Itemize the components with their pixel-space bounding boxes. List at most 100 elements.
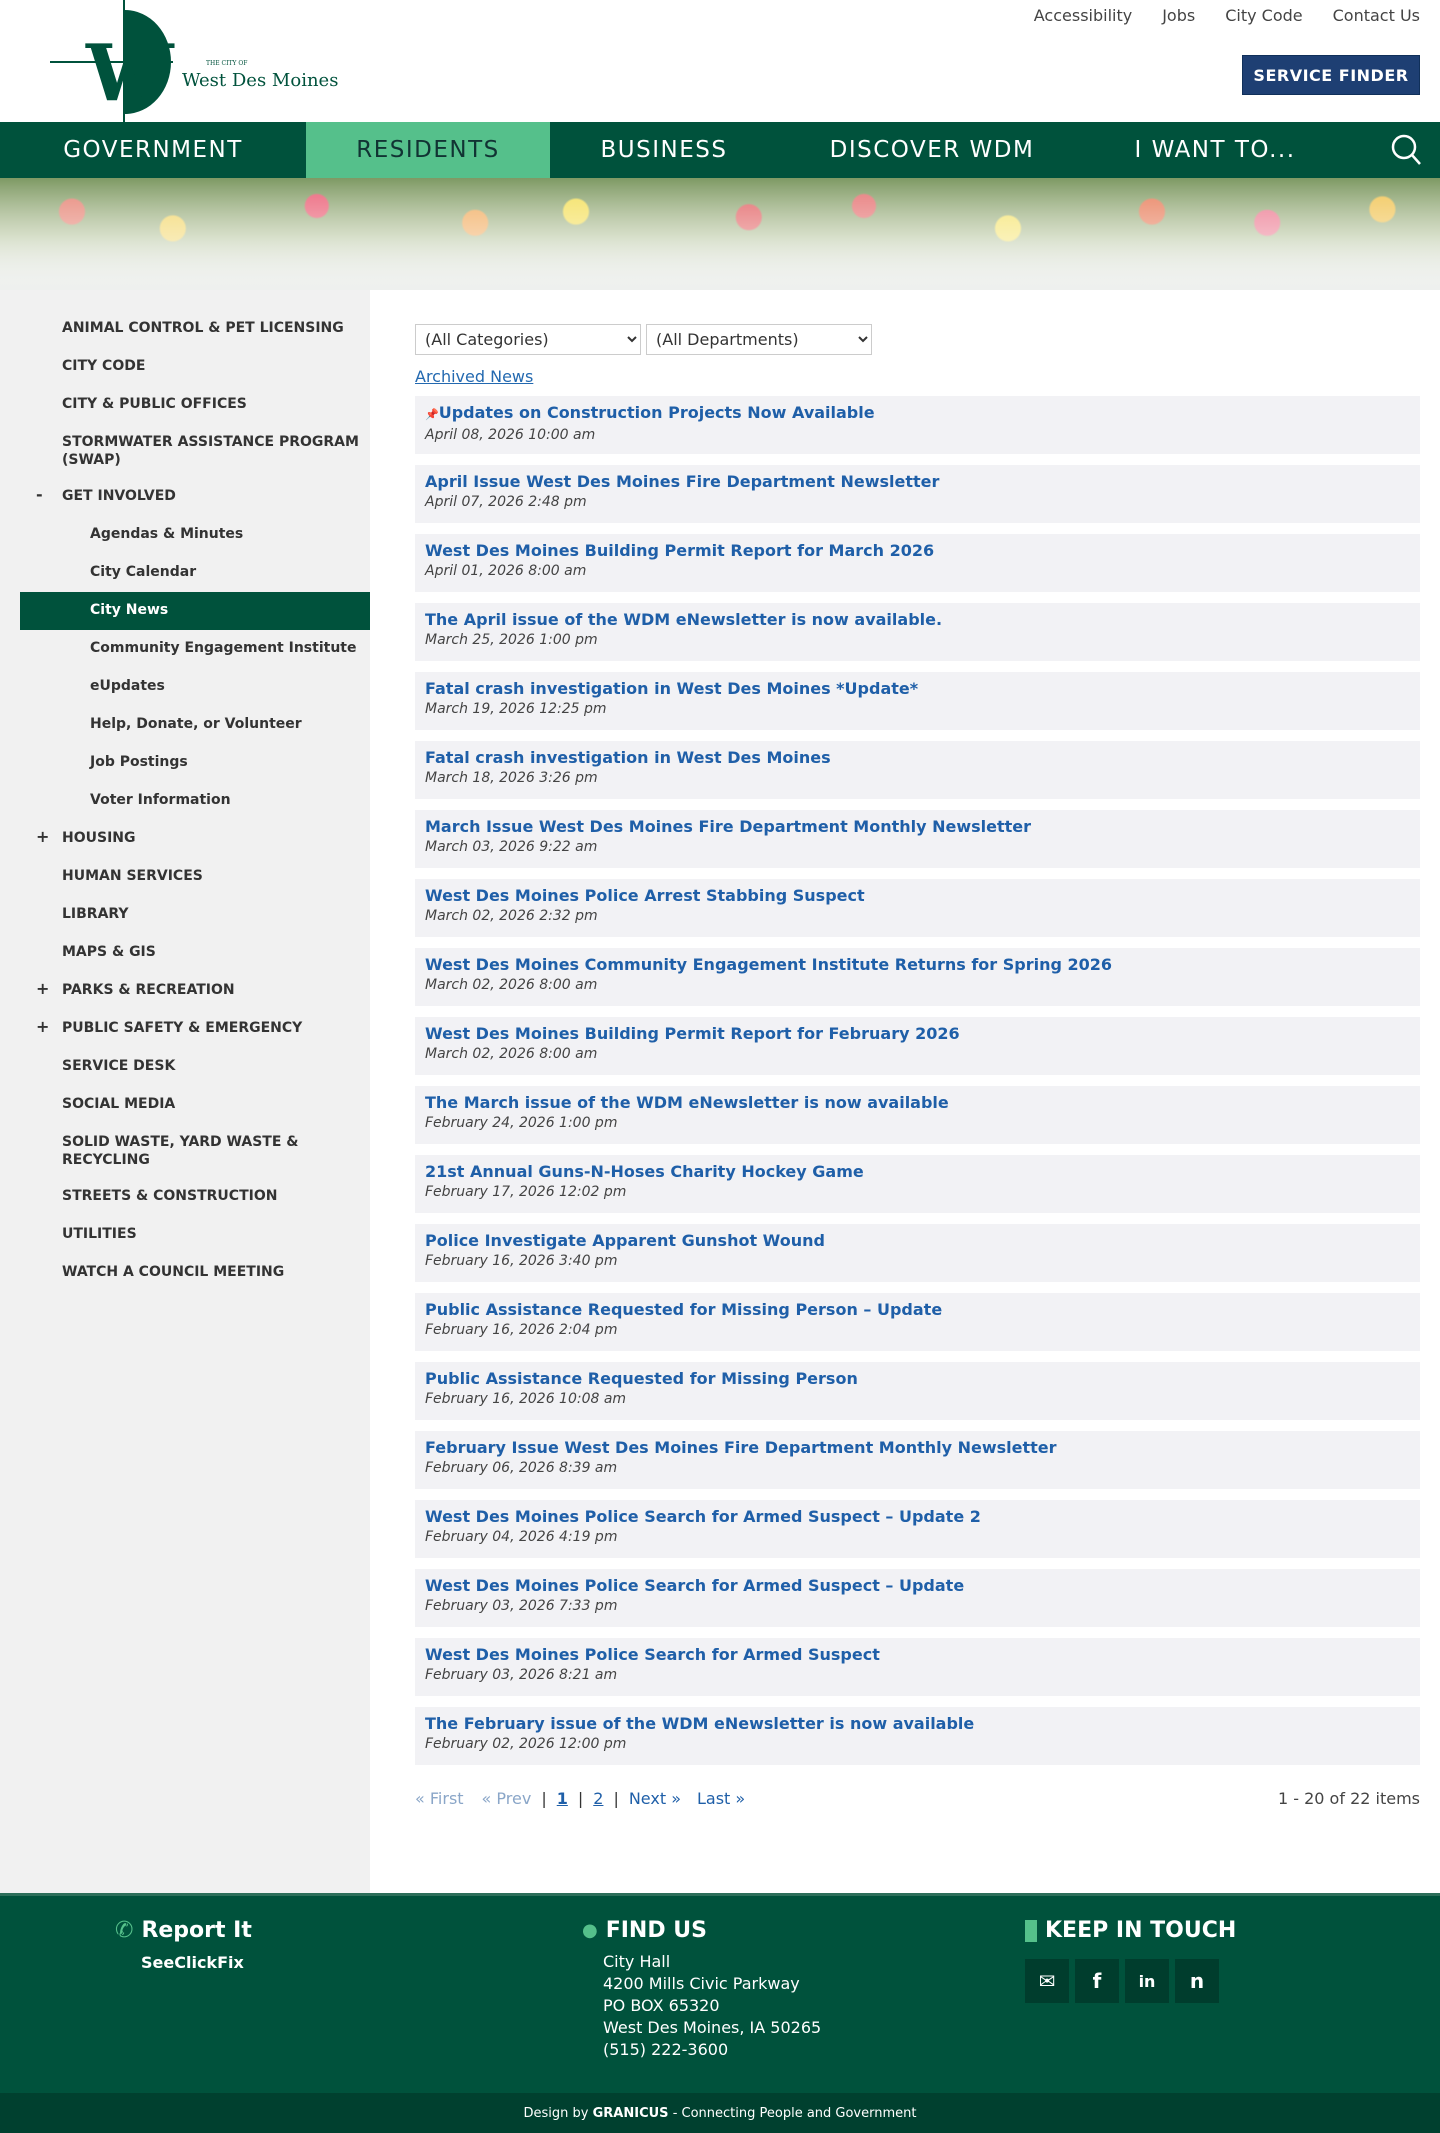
sidebar-item[interactable]: Help, Donate, or Volunteer [20, 706, 370, 744]
linkedin-icon[interactable]: in [1125, 1959, 1169, 2003]
department-select[interactable]: (All Departments) [646, 324, 872, 355]
news-date: February 24, 2026 1:00 pm [425, 1115, 618, 1131]
city-logo[interactable]: W THE CITY OF West Des Moines [48, 0, 348, 122]
sidebar-item[interactable]: SOLID WASTE, YARD WASTE & RECYCLING [20, 1124, 370, 1178]
sidebar-item[interactable]: Voter Information [20, 782, 370, 820]
phone-number: (515) 222-3600 [603, 2040, 729, 2059]
sidebar-item[interactable]: HUMAN SERVICES [20, 858, 370, 896]
news-title-link[interactable]: Public Assistance Requested for Missing … [425, 1368, 1410, 1390]
news-title-link[interactable]: April Issue West Des Moines Fire Departm… [425, 471, 1410, 493]
prev-page-link[interactable]: « Prev [482, 1789, 532, 1808]
next-page-link[interactable]: Next » [629, 1789, 681, 1808]
sidebar-item[interactable]: SOCIAL MEDIA [20, 1086, 370, 1124]
svg-text:West Des Moines: West Des Moines [182, 70, 338, 91]
category-select[interactable]: (All Categories) [415, 324, 641, 355]
sidebar-item[interactable]: MAPS & GIS [20, 934, 370, 972]
news-title-link[interactable]: The April issue of the WDM eNewsletter i… [425, 609, 1410, 631]
news-main: (All Categories) (All Departments) Archi… [370, 290, 1440, 1893]
expand-icon[interactable]: + [36, 1018, 49, 1036]
sidebar-item[interactable]: Community Engagement Institute [20, 630, 370, 668]
service-finder-button[interactable]: SERVICE FINDER [1242, 55, 1420, 95]
credit-prefix: Design by [523, 2105, 589, 2121]
news-title-link[interactable]: West Des Moines Building Permit Report f… [425, 1023, 1410, 1045]
sidebar-item[interactable]: + PARKS & RECREATION [20, 972, 370, 1010]
news-title-link[interactable]: West Des Moines Police Arrest Stabbing S… [425, 885, 1410, 907]
sidebar-item[interactable]: - GET INVOLVED [20, 478, 370, 516]
sidebar-item[interactable]: Job Postings [20, 744, 370, 782]
page-2-link[interactable]: 2 [593, 1789, 603, 1808]
news-title-link[interactable]: Fatal crash investigation in West Des Mo… [425, 678, 1410, 700]
sidebar-item-label: PARKS & RECREATION [62, 982, 235, 998]
news-title-link[interactable]: West Des Moines Community Engagement Ins… [425, 954, 1410, 976]
archived-news-link[interactable]: Archived News [415, 367, 533, 386]
page-1-link[interactable]: 1 [557, 1789, 568, 1808]
news-title-link[interactable]: The February issue of the WDM eNewslette… [425, 1713, 1410, 1735]
news-title-link[interactable]: March Issue West Des Moines Fire Departm… [425, 816, 1410, 838]
facebook-icon[interactable]: f [1075, 1959, 1119, 2003]
news-title: West Des Moines Police Search for Armed … [425, 1645, 880, 1664]
pager-separator: | [541, 1789, 547, 1808]
news-title: West Des Moines Police Arrest Stabbing S… [425, 886, 865, 905]
news-title-link[interactable]: Fatal crash investigation in West Des Mo… [425, 747, 1410, 769]
news-title-link[interactable]: The March issue of the WDM eNewsletter i… [425, 1092, 1410, 1114]
nav-government[interactable]: GOVERNMENT [0, 122, 306, 178]
news-title: Public Assistance Requested for Missing … [425, 1369, 858, 1388]
jobs-link[interactable]: Jobs [1162, 6, 1195, 25]
first-page-link[interactable]: « First [415, 1789, 464, 1808]
news-title-link[interactable]: Police Investigate Apparent Gunshot Woun… [425, 1230, 1410, 1252]
news-date: February 03, 2026 7:33 pm [425, 1598, 618, 1614]
nav-i-want-to[interactable]: I WANT TO... [1086, 122, 1344, 178]
sidebar-item[interactable]: eUpdates [20, 668, 370, 706]
news-item: 21st Annual Guns-N-Hoses Charity Hockey … [415, 1155, 1420, 1213]
news-title: West Des Moines Police Search for Armed … [425, 1507, 981, 1526]
news-item: West Des Moines Police Arrest Stabbing S… [415, 879, 1420, 937]
sidebar-item[interactable]: UTILITIES [20, 1216, 370, 1254]
news-title-link[interactable]: 📌Updates on Construction Projects Now Av… [425, 402, 1410, 426]
nav-business[interactable]: BUSINESS [550, 122, 778, 178]
news-item: The March issue of the WDM eNewsletter i… [415, 1086, 1420, 1144]
news-title-link[interactable]: West Des Moines Police Search for Armed … [425, 1644, 1410, 1666]
seeclickfix-link[interactable]: SeeClickFix [141, 1953, 252, 1972]
news-date: March 02, 2026 8:00 am [425, 977, 598, 993]
news-item: West Des Moines Building Permit Report f… [415, 534, 1420, 592]
sidebar-item[interactable]: City Calendar [20, 554, 370, 592]
sidebar-item[interactable]: Agendas & Minutes [20, 516, 370, 554]
contact-us-link[interactable]: Contact Us [1333, 6, 1420, 25]
news-date: February 06, 2026 8:39 am [425, 1460, 618, 1476]
nav-discover-wdm[interactable]: DISCOVER WDM [778, 122, 1086, 178]
sidebar-item-label: CITY CODE [62, 358, 146, 374]
map-pin-icon: ● [582, 1920, 598, 1941]
item-count: 1 - 20 of 22 items [1277, 1789, 1420, 1808]
last-page-link[interactable]: Last » [697, 1789, 745, 1808]
sidebar-item[interactable]: STORMWATER ASSISTANCE PROGRAM (SWAP) [20, 424, 370, 478]
news-date: March 02, 2026 2:32 pm [425, 908, 598, 924]
news-title-link[interactable]: February Issue West Des Moines Fire Depa… [425, 1437, 1410, 1459]
sidebar-item[interactable]: + HOUSING [20, 820, 370, 858]
sidebar-item[interactable]: STREETS & CONSTRUCTION [20, 1178, 370, 1216]
sidebar-item[interactable]: CITY & PUBLIC OFFICES [20, 386, 370, 424]
sidebar-item-label: CITY & PUBLIC OFFICES [62, 396, 247, 412]
sidebar-item[interactable]: ANIMAL CONTROL & PET LICENSING [20, 310, 370, 348]
sidebar-item[interactable]: City News [20, 592, 370, 630]
accessibility-link[interactable]: Accessibility [1034, 6, 1132, 25]
news-title-link[interactable]: West Des Moines Building Permit Report f… [425, 540, 1410, 562]
sidebar-item[interactable]: + PUBLIC SAFETY & EMERGENCY [20, 1010, 370, 1048]
email-icon[interactable]: ✉ [1025, 1959, 1069, 2003]
sidebar-item[interactable]: WATCH A COUNCIL MEETING [20, 1254, 370, 1292]
news-title-link[interactable]: Public Assistance Requested for Missing … [425, 1299, 1410, 1321]
collapse-icon[interactable]: - [36, 486, 43, 504]
sidebar-item[interactable]: CITY CODE [20, 348, 370, 386]
news-title-link[interactable]: West Des Moines Police Search for Armed … [425, 1506, 1410, 1528]
news-title-link[interactable]: West Des Moines Police Search for Armed … [425, 1575, 1410, 1597]
search-icon[interactable] [1390, 134, 1422, 166]
granicus-link[interactable]: GRANICUS [593, 2106, 669, 2121]
news-item: April Issue West Des Moines Fire Departm… [415, 465, 1420, 523]
city-code-link[interactable]: City Code [1225, 6, 1302, 25]
nextdoor-icon[interactable]: n [1175, 1959, 1219, 2003]
sidebar-item[interactable]: SERVICE DESK [20, 1048, 370, 1086]
news-title-link[interactable]: 21st Annual Guns-N-Hoses Charity Hockey … [425, 1161, 1410, 1183]
nav-residents[interactable]: RESIDENTS [306, 122, 550, 178]
expand-icon[interactable]: + [36, 980, 49, 998]
expand-icon[interactable]: + [36, 828, 49, 846]
sidebar-item[interactable]: LIBRARY [20, 896, 370, 934]
